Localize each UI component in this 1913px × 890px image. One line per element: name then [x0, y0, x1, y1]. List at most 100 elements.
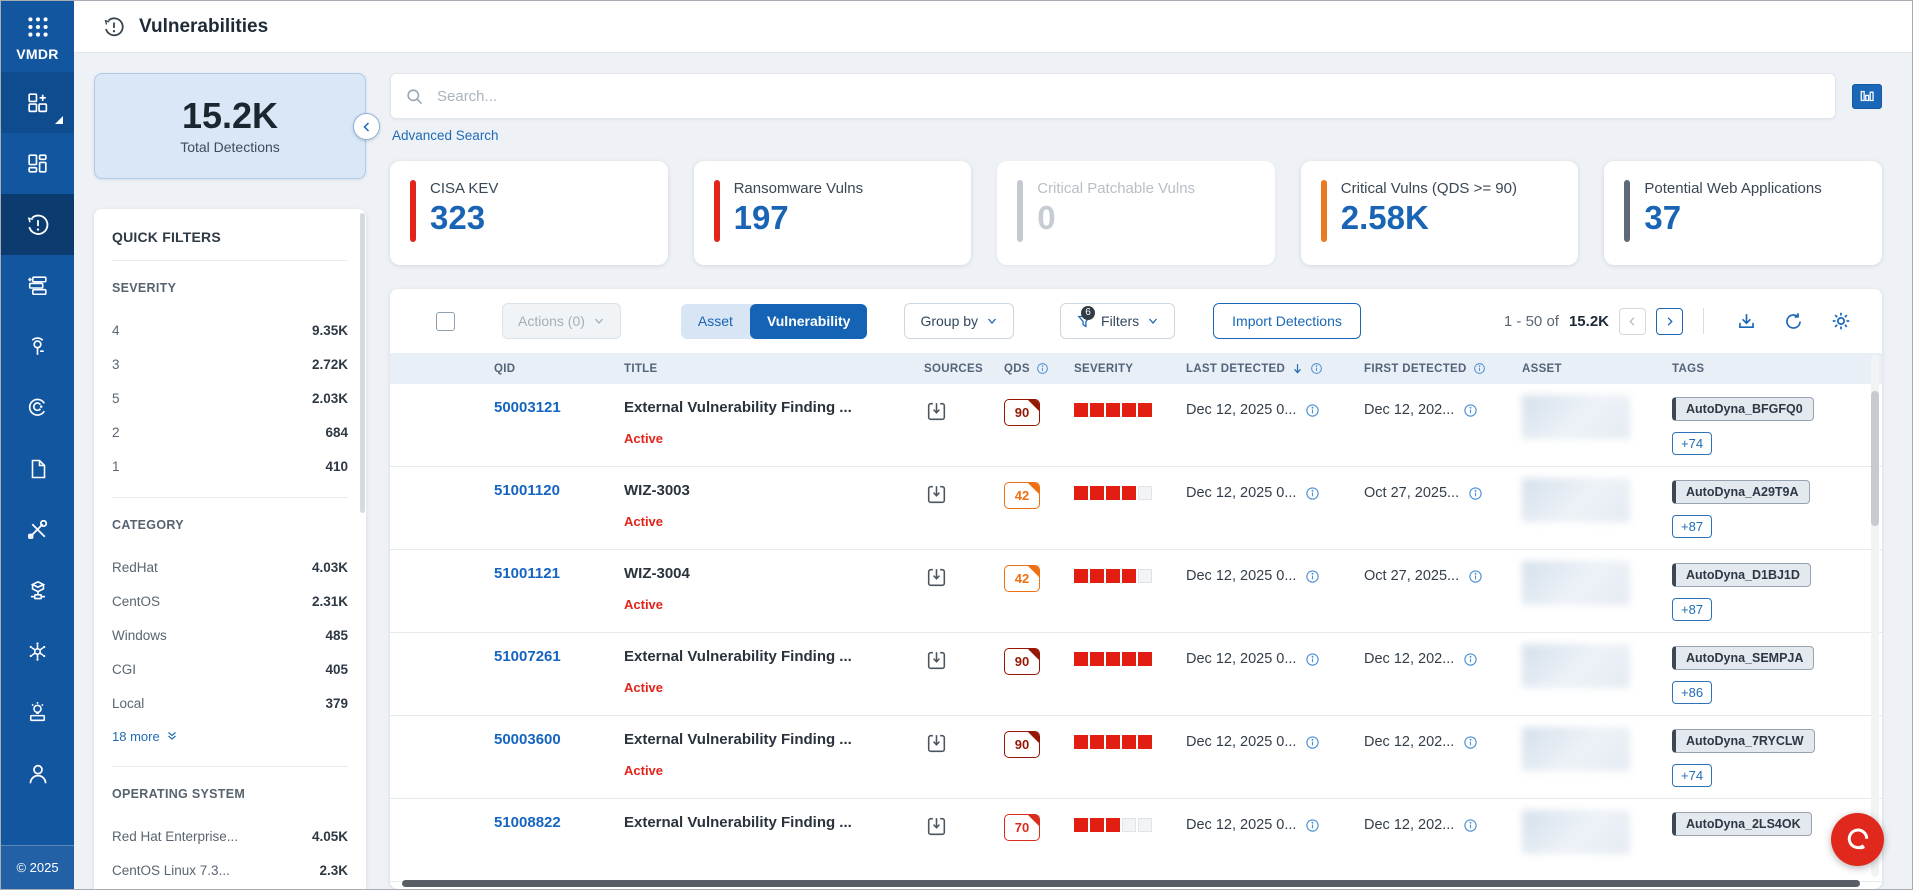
sidebar-item-prioritization[interactable] — [1, 255, 74, 316]
advanced-search-link[interactable]: Advanced Search — [392, 128, 499, 143]
info-icon[interactable] — [1305, 403, 1320, 418]
info-icon[interactable] — [1463, 403, 1478, 418]
app-launcher[interactable]: VMDR — [1, 1, 74, 72]
tag-pill[interactable]: AutoDyna_D1BJ1D — [1672, 563, 1811, 587]
horizontal-scrollbar[interactable] — [402, 880, 1860, 887]
column-header-first-detected[interactable]: FIRST DETECTED — [1350, 362, 1508, 375]
sidebar-item-remediation[interactable] — [1, 499, 74, 560]
quick-filter-row[interactable]: 3 2.72K — [112, 347, 348, 381]
quick-filter-row[interactable]: Red Hat Enterprise... 4.05K — [112, 819, 348, 853]
stat-card[interactable]: Critical Patchable Vulns 0 — [997, 161, 1275, 265]
sidebar-item-assets[interactable] — [1, 560, 74, 621]
quick-filter-row[interactable]: CGI 405 — [112, 652, 348, 686]
panel-scrollbar[interactable] — [360, 213, 365, 513]
column-header-qds[interactable]: QDS — [990, 362, 1060, 375]
search-box[interactable] — [390, 73, 1836, 119]
collapse-panel-button[interactable] — [353, 113, 380, 140]
filters-dropdown[interactable]: 6 Filters — [1060, 303, 1175, 339]
quick-filter-row[interactable]: Windows 485 — [112, 618, 348, 652]
sort-desc-icon[interactable] — [1291, 362, 1304, 375]
stat-card[interactable]: Ransomware Vulns 197 — [694, 161, 972, 265]
quick-filter-row[interactable]: CentOS Linux 7.3... 2.3K — [112, 853, 348, 887]
table-row[interactable]: 51001120 WIZ-3003 Active 42 Dec 12, 2025… — [390, 467, 1882, 550]
info-icon[interactable] — [1310, 362, 1323, 375]
refresh-button[interactable] — [1783, 311, 1804, 332]
qid-link[interactable]: 50003121 — [494, 399, 561, 416]
column-header-sources[interactable]: SOURCES — [910, 363, 990, 375]
info-icon[interactable] — [1468, 486, 1483, 501]
column-header-title[interactable]: TITLE — [610, 363, 910, 375]
sidebar-item-connectors[interactable] — [1, 621, 74, 682]
qid-link[interactable]: 51001120 — [494, 482, 560, 499]
stat-card[interactable]: Potential Web Applications 37 — [1604, 161, 1882, 265]
qid-link[interactable]: 51007261 — [494, 648, 561, 665]
tag-more-pill[interactable]: +86 — [1672, 681, 1712, 704]
table-row[interactable]: 50003121 External Vulnerability Finding … — [390, 384, 1882, 467]
select-all-checkbox[interactable] — [436, 312, 455, 331]
sidebar-item-vulnerabilities[interactable] — [1, 194, 74, 255]
column-header-severity[interactable]: SEVERITY — [1060, 363, 1172, 375]
sidebar-item-response[interactable] — [1, 316, 74, 377]
sidebar-item-scans[interactable] — [1, 377, 74, 438]
vulnerability-view-tab[interactable]: Vulnerability — [750, 304, 868, 339]
actions-dropdown[interactable]: Actions (0) — [502, 303, 621, 339]
table-row[interactable]: 50003600 External Vulnerability Finding … — [390, 716, 1882, 799]
quick-filter-row[interactable]: Local 379 — [112, 686, 348, 720]
table-row[interactable]: 51001121 WIZ-3004 Active 42 Dec 12, 2025… — [390, 550, 1882, 633]
table-row[interactable]: 51007261 External Vulnerability Finding … — [390, 633, 1882, 716]
previous-page-button[interactable] — [1619, 308, 1646, 335]
info-icon[interactable] — [1463, 818, 1478, 833]
tag-more-pill[interactable]: +87 — [1672, 598, 1712, 621]
table-row[interactable]: 51008822 External Vulnerability Finding … — [390, 799, 1882, 882]
quick-filter-row[interactable]: CentOS 2.31K — [112, 584, 348, 618]
total-detections-card[interactable]: 15.2K Total Detections — [94, 73, 366, 179]
stat-card[interactable]: Critical Vulns (QDS >= 90) 2.58K — [1301, 161, 1579, 265]
info-icon[interactable] — [1468, 569, 1483, 584]
tag-pill[interactable]: AutoDyna_7RYCLW — [1672, 729, 1815, 753]
info-icon[interactable] — [1463, 735, 1478, 750]
group-by-dropdown[interactable]: Group by — [904, 303, 1014, 339]
column-header-tags[interactable]: TAGS — [1658, 363, 1882, 375]
stat-card[interactable]: CISA KEV 323 — [390, 161, 668, 265]
quick-filter-row[interactable]: RedHat 4.03K — [112, 550, 348, 584]
column-header-asset[interactable]: ASSET — [1508, 363, 1658, 375]
sidebar-item-dashboard[interactable] — [1, 72, 74, 133]
info-icon[interactable] — [1305, 569, 1320, 584]
info-icon[interactable] — [1036, 362, 1049, 375]
sidebar-item-widgets[interactable] — [1, 133, 74, 194]
info-icon[interactable] — [1305, 735, 1320, 750]
chart-view-toggle-button[interactable] — [1852, 84, 1882, 109]
qid-link[interactable]: 50003600 — [494, 731, 561, 748]
import-detections-button[interactable]: Import Detections — [1213, 303, 1361, 339]
column-header-qid[interactable]: QID — [480, 363, 610, 375]
show-more-link[interactable]: 18 more — [112, 720, 348, 752]
search-input[interactable] — [435, 87, 1821, 106]
column-header-last-detected[interactable]: LAST DETECTED — [1172, 362, 1350, 375]
tag-pill[interactable]: AutoDyna_A29T9A — [1672, 480, 1810, 504]
tag-more-pill[interactable]: +74 — [1672, 432, 1712, 455]
quick-filter-row[interactable]: 4 9.35K — [112, 313, 348, 347]
asset-view-tab[interactable]: Asset — [681, 304, 750, 339]
vertical-scrollbar[interactable] — [1871, 391, 1879, 526]
sidebar-item-insights[interactable] — [1, 682, 74, 743]
quick-filter-row[interactable]: 2 684 — [112, 415, 348, 449]
sidebar-item-reports[interactable] — [1, 438, 74, 499]
qid-link[interactable]: 51001121 — [494, 565, 560, 582]
tag-pill[interactable]: AutoDyna_2LS4OK — [1672, 812, 1812, 836]
download-button[interactable] — [1736, 311, 1757, 332]
info-icon[interactable] — [1463, 652, 1478, 667]
info-icon[interactable] — [1305, 818, 1320, 833]
tag-pill[interactable]: AutoDyna_BFGFQ0 — [1672, 397, 1814, 421]
quick-filter-row[interactable]: 1 410 — [112, 449, 348, 483]
info-icon[interactable] — [1305, 486, 1320, 501]
tag-more-pill[interactable]: +87 — [1672, 515, 1712, 538]
info-icon[interactable] — [1473, 362, 1486, 375]
next-page-button[interactable] — [1656, 308, 1683, 335]
tag-pill[interactable]: AutoDyna_SEMPJA — [1672, 646, 1814, 670]
sidebar-item-profile[interactable] — [1, 743, 74, 804]
quick-filter-row[interactable]: 5 2.03K — [112, 381, 348, 415]
qid-link[interactable]: 51008822 — [494, 814, 561, 831]
tag-more-pill[interactable]: +74 — [1672, 764, 1712, 787]
qualys-help-button[interactable] — [1831, 813, 1884, 866]
info-icon[interactable] — [1305, 652, 1320, 667]
